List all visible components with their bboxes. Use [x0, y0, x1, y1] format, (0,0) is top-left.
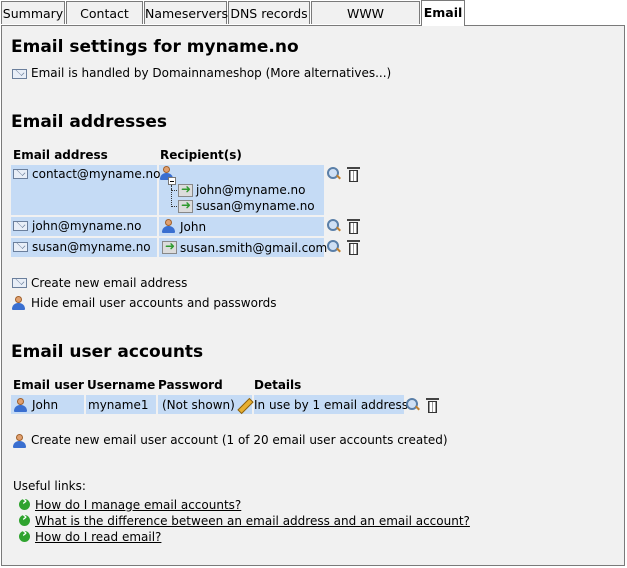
tab-bar: Summary Contact info Nameservers DNS rec… — [0, 0, 627, 44]
account-details: In use by 1 email address — [254, 398, 409, 412]
envelope-icon — [13, 169, 28, 179]
email-addresses-heading: Email addresses — [11, 112, 167, 132]
trash-icon[interactable] — [347, 218, 360, 234]
email-address[interactable]: susan@myname.no — [32, 240, 151, 254]
email-user-accounts-heading: Email user accounts — [11, 342, 204, 362]
create-email-address-link[interactable]: Create new email address — [31, 276, 187, 290]
search-icon[interactable] — [327, 167, 341, 181]
col-details: Details — [254, 378, 302, 392]
account-password: (Not shown) — [162, 398, 235, 412]
email-address[interactable]: contact@myname.no — [32, 167, 161, 181]
envelope-icon — [13, 242, 28, 252]
search-icon[interactable] — [327, 219, 341, 233]
col-email-user: Email user — [13, 378, 84, 392]
account-username: myname1 — [88, 398, 149, 412]
tab-summary[interactable]: Summary — [1, 1, 65, 24]
create-user-account-link[interactable]: Create new email user account (1 of 20 e… — [31, 433, 448, 447]
help-link[interactable]: How do I read email? — [35, 530, 161, 544]
recipient: susan.smith@gmail.com — [180, 241, 328, 255]
recipient: John — [180, 220, 207, 234]
trash-icon[interactable] — [347, 239, 360, 255]
col-password: Password — [158, 378, 223, 392]
tab-dns-records[interactable]: DNS records — [228, 1, 310, 24]
account-user[interactable]: John — [32, 398, 58, 412]
col-email-address: Email address — [13, 148, 108, 162]
tab-www-forwarding[interactable]: WWW forwarding — [311, 1, 420, 44]
hide-accounts-link[interactable]: Hide email user accounts and passwords — [31, 296, 277, 310]
help-link[interactable]: How do I manage email accounts? — [35, 498, 241, 512]
user-icon — [14, 398, 27, 412]
search-icon[interactable] — [327, 240, 341, 254]
page-title: Email settings for myname.no — [11, 37, 299, 57]
search-icon[interactable] — [406, 398, 420, 412]
recipient: susan@myname.no — [196, 199, 315, 213]
trash-icon[interactable] — [347, 166, 360, 182]
forward-icon — [178, 198, 193, 213]
arrow-icon — [19, 510, 30, 526]
tab-contact-info[interactable]: Contact info — [66, 1, 143, 44]
recipient: john@myname.no — [196, 183, 306, 197]
email-address[interactable]: john@myname.no — [32, 219, 141, 233]
forward-icon — [178, 182, 193, 197]
email-handler-text[interactable]: Email is handled by Domainnameshop (More… — [31, 66, 391, 80]
useful-links-label: Useful links: — [13, 479, 86, 493]
trash-icon[interactable] — [426, 397, 439, 413]
envelope-icon — [13, 221, 28, 231]
col-recipients: Recipient(s) — [160, 148, 242, 162]
user-icon — [162, 219, 175, 233]
tab-email[interactable]: Email — [421, 0, 465, 26]
arrow-icon — [19, 494, 30, 510]
col-username: Username — [87, 378, 156, 392]
pencil-icon[interactable] — [236, 397, 250, 411]
add-user-icon — [13, 434, 26, 448]
hide-accounts-icon — [12, 296, 25, 310]
add-email-icon — [12, 278, 27, 288]
email-panel: Email settings for myname.no Email is ha… — [1, 25, 625, 566]
help-link[interactable]: What is the difference between an email … — [35, 514, 470, 528]
mail-settings-icon — [12, 69, 27, 79]
forward-icon — [162, 239, 177, 254]
collapse-icon[interactable] — [168, 177, 176, 185]
arrow-icon — [19, 526, 30, 542]
tab-nameservers[interactable]: Nameservers — [144, 1, 228, 24]
